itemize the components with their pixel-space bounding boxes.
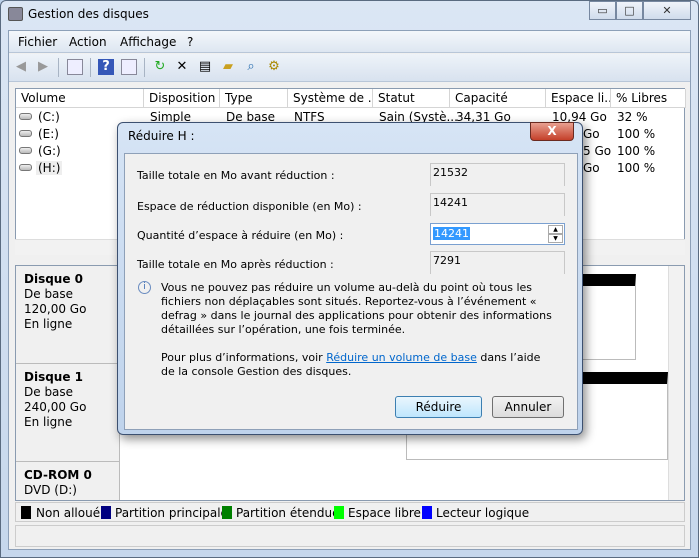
- legend-label: Partition étendue: [236, 506, 340, 520]
- forward-icon[interactable]: ▶: [35, 59, 51, 75]
- maximize-button[interactable]: □: [616, 1, 643, 20]
- volume-name: (E:): [38, 127, 59, 141]
- drive-icon: [19, 164, 32, 171]
- spin-up-icon[interactable]: ▲: [548, 225, 563, 234]
- more-info-prefix: Pour plus d’informations, voir: [161, 351, 327, 364]
- col-pct-free[interactable]: % Libres: [611, 89, 686, 108]
- volume-pct: 32 %: [617, 110, 648, 124]
- cancel-button[interactable]: Annuler: [492, 396, 564, 418]
- col-volume[interactable]: Volume: [16, 89, 144, 108]
- settings-icon[interactable]: ⚙: [266, 59, 282, 75]
- disk-management-app-icon: [8, 7, 23, 21]
- volume-pct: 100 %: [617, 161, 656, 175]
- dialog-title: Réduire H :: [128, 129, 195, 143]
- volume-free: Go: [583, 161, 600, 175]
- menu-bar: Fichier Action Affichage ?: [9, 31, 690, 53]
- drive-icon: [19, 147, 32, 154]
- window-title: Gestion des disques: [28, 7, 149, 21]
- delete-icon[interactable]: ✕: [174, 59, 190, 75]
- legend-swatch: [334, 506, 344, 519]
- available-shrink-value: 14241: [430, 193, 565, 216]
- shrink-button[interactable]: Réduire: [395, 396, 482, 418]
- status-bar: [15, 525, 685, 547]
- minimize-button[interactable]: ▭: [589, 1, 616, 20]
- shrink-amount-label: Quantité d’espace à réduire (en Mo) :: [137, 229, 344, 242]
- col-filesystem[interactable]: Système de ...: [288, 89, 373, 108]
- cdrom-0-type: DVD (D:): [24, 483, 77, 497]
- col-capacity[interactable]: Capacité: [450, 89, 546, 108]
- legend-label: Non alloué: [36, 506, 101, 520]
- disk-1-state: En ligne: [24, 415, 73, 429]
- drive-icon: [19, 130, 32, 137]
- legend-label: Partition principale: [115, 506, 228, 520]
- disk-0-name: Disque 0: [24, 272, 84, 286]
- disk-0-state: En ligne: [24, 317, 73, 331]
- col-type[interactable]: Type: [220, 89, 288, 108]
- show-hide-action-icon[interactable]: [121, 59, 137, 75]
- volume-pct: 100 %: [617, 144, 656, 158]
- vertical-scrollbar[interactable]: [668, 266, 684, 500]
- volume-free: Go: [583, 127, 600, 141]
- close-button[interactable]: ✕: [643, 1, 691, 20]
- help-link[interactable]: Réduire un volume de base: [326, 351, 477, 364]
- disk-1-label[interactable]: Disque 1 De base 240,00 Go En ligne: [16, 364, 120, 462]
- disk-0-label[interactable]: Disque 0 De base 120,00 Go En ligne: [16, 266, 120, 364]
- menu-help[interactable]: ?: [187, 35, 193, 49]
- col-disposition[interactable]: Disposition: [144, 89, 220, 108]
- disk-0-type: De base: [24, 287, 74, 301]
- shrink-amount-input[interactable]: 14241 ▲ ▼: [430, 223, 565, 245]
- legend-label: Lecteur logique: [436, 506, 530, 520]
- volume-free: 5 Go: [583, 144, 612, 158]
- legend-label: Espace libre: [348, 506, 421, 520]
- size-before-value: 21532: [430, 163, 565, 186]
- info-text: Vous ne pouvez pas réduire un volume au-…: [161, 281, 552, 336]
- toolbar: ◀ ▶ ? ↻ ✕ ▤ ▰ ⌕ ⚙: [9, 54, 690, 82]
- size-after-label: Taille totale en Mo après réduction :: [137, 258, 334, 271]
- back-icon[interactable]: ◀: [13, 59, 29, 75]
- disk-1-type: De base: [24, 385, 74, 399]
- volume-name: (G:): [38, 144, 61, 158]
- legend: Non alloué Partition principale Partitio…: [15, 502, 685, 522]
- open-icon[interactable]: ▰: [220, 59, 236, 75]
- volume-name: (H:): [36, 161, 63, 175]
- legend-swatch: [422, 506, 432, 519]
- col-free-space[interactable]: Espace li...: [546, 89, 611, 108]
- help-icon[interactable]: ?: [98, 59, 114, 75]
- menu-affichage[interactable]: Affichage: [120, 35, 176, 49]
- disk-0-size: 120,00 Go: [24, 302, 87, 316]
- available-shrink-label: Espace de réduction disponible (en Mo) :: [137, 200, 362, 213]
- dialog-body: Taille totale en Mo avant réduction : 21…: [124, 153, 578, 430]
- col-status[interactable]: Statut: [373, 89, 450, 108]
- explore-icon[interactable]: ⌕: [243, 59, 259, 75]
- shrink-amount-value: 14241: [433, 227, 470, 240]
- legend-swatch: [222, 506, 232, 519]
- disk-1-size: 240,00 Go: [24, 400, 87, 414]
- drive-icon: [19, 113, 32, 120]
- properties-icon[interactable]: ▤: [197, 59, 213, 75]
- size-before-label: Taille totale en Mo avant réduction :: [137, 169, 335, 182]
- partition-unallocated[interactable]: [576, 274, 636, 360]
- show-hide-tree-icon[interactable]: [67, 59, 83, 75]
- volume-name: (C:): [38, 110, 60, 124]
- dialog-close-button[interactable]: X: [530, 122, 574, 141]
- volume-pct: 100 %: [617, 127, 656, 141]
- spin-down-icon[interactable]: ▼: [548, 234, 563, 243]
- shrink-dialog: Réduire H : X Taille totale en Mo avant …: [117, 122, 583, 435]
- cdrom-0-name: CD-ROM 0: [24, 468, 92, 482]
- refresh-icon[interactable]: ↻: [152, 59, 168, 75]
- menu-action[interactable]: Action: [69, 35, 107, 49]
- legend-swatch: [21, 506, 31, 519]
- info-icon: i: [138, 281, 151, 294]
- legend-swatch: [101, 506, 111, 519]
- size-after-value: 7291: [430, 251, 565, 274]
- more-info-text: Pour plus d’informations, voir Réduire u…: [161, 351, 541, 379]
- disk-1-name: Disque 1: [24, 370, 84, 384]
- menu-fichier[interactable]: Fichier: [18, 35, 57, 49]
- cdrom-0-label[interactable]: CD-ROM 0 DVD (D:): [16, 462, 120, 500]
